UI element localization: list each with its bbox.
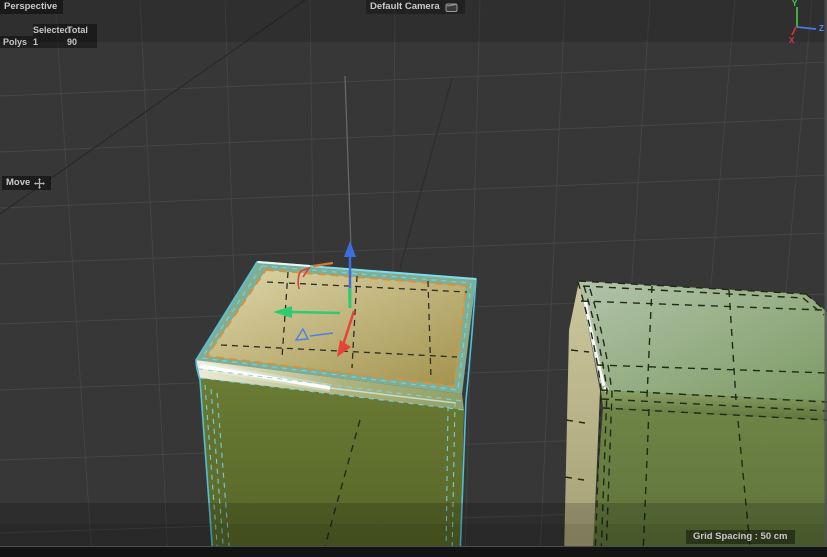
axis-y-label[interactable]: Y [792,0,797,8]
move-icon [34,177,46,189]
bottom-bar [0,547,827,557]
scene-canvas[interactable] [0,0,827,557]
viewport[interactable]: Perspective Default Camera Selected Tota… [0,0,827,557]
camera-selector[interactable]: Default Camera [366,0,465,14]
poly-stats: Selected Total Polys 1 90 [0,24,97,48]
stats-total-count: 90 [67,36,97,48]
gizmo-x-arrow-shaft[interactable] [291,310,341,315]
stats-header-row: Selected Total [0,24,97,36]
right-box-top-face[interactable] [579,281,827,401]
active-tool-text: Move [6,177,31,188]
view-mode-text: Perspective [4,1,58,12]
active-tool-status: Move [2,176,52,190]
stats-polys-row: Polys 1 90 [0,36,97,48]
view-mode-label[interactable]: Perspective [0,0,64,14]
grid-spacing-text: Grid Spacing : 50 cm [693,531,788,542]
stats-header-total: Total [67,24,97,36]
axis-z-label[interactable]: Z [819,25,824,33]
camera-name-text: Default Camera [370,1,440,12]
stats-header-spacer [0,24,33,36]
stats-header-selected: Selected [33,24,71,36]
stats-row-label: Polys [0,36,33,48]
stats-selected-count: 1 [33,36,67,48]
grid-spacing-status: Grid Spacing : 50 cm [686,530,795,544]
axis-x-label[interactable]: X [789,37,794,45]
gizmo-green-handle[interactable] [348,287,352,309]
camera-icon[interactable] [445,2,459,13]
